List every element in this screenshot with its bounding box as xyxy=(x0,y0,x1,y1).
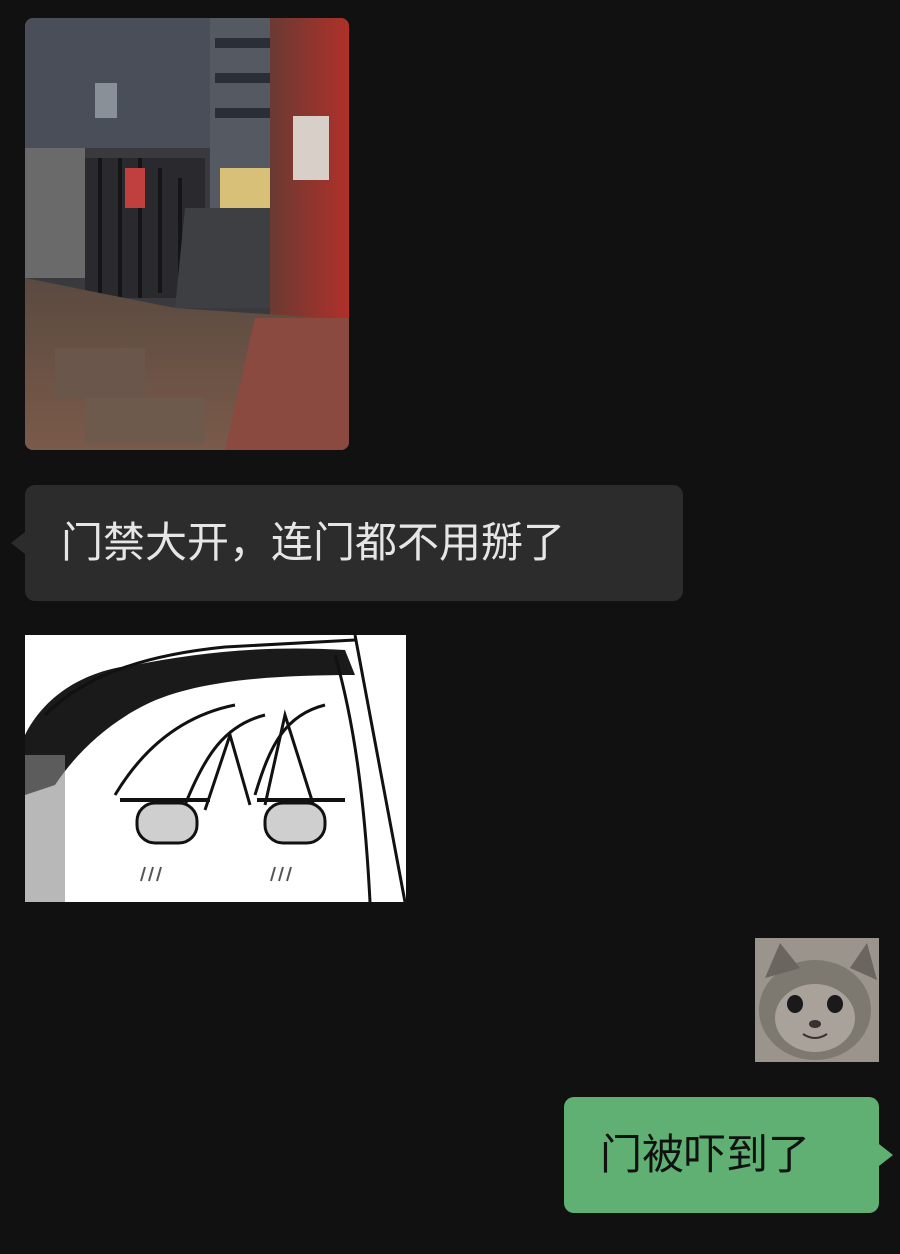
sticker-message-manga-face[interactable] xyxy=(25,635,406,902)
chat-view: 门禁大开，连门都不用掰了 门被吓到了 xyxy=(0,0,900,1254)
outgoing-text-bubble[interactable]: 门被吓到了 xyxy=(564,1097,893,1213)
message-text: 门禁大开，连门都不用掰了 xyxy=(61,518,566,567)
sticker-message-cat-face[interactable] xyxy=(755,938,879,1062)
incoming-text-bubble[interactable]: 门禁大开，连门都不用掰了 xyxy=(11,485,683,601)
image-message-night-gate-photo[interactable] xyxy=(25,18,349,450)
manga-face-sticker-icon xyxy=(25,635,406,902)
night-gate-photo-icon xyxy=(25,18,349,450)
message-text: 门被吓到了 xyxy=(600,1130,811,1179)
cat-face-sticker-icon xyxy=(755,938,879,1062)
